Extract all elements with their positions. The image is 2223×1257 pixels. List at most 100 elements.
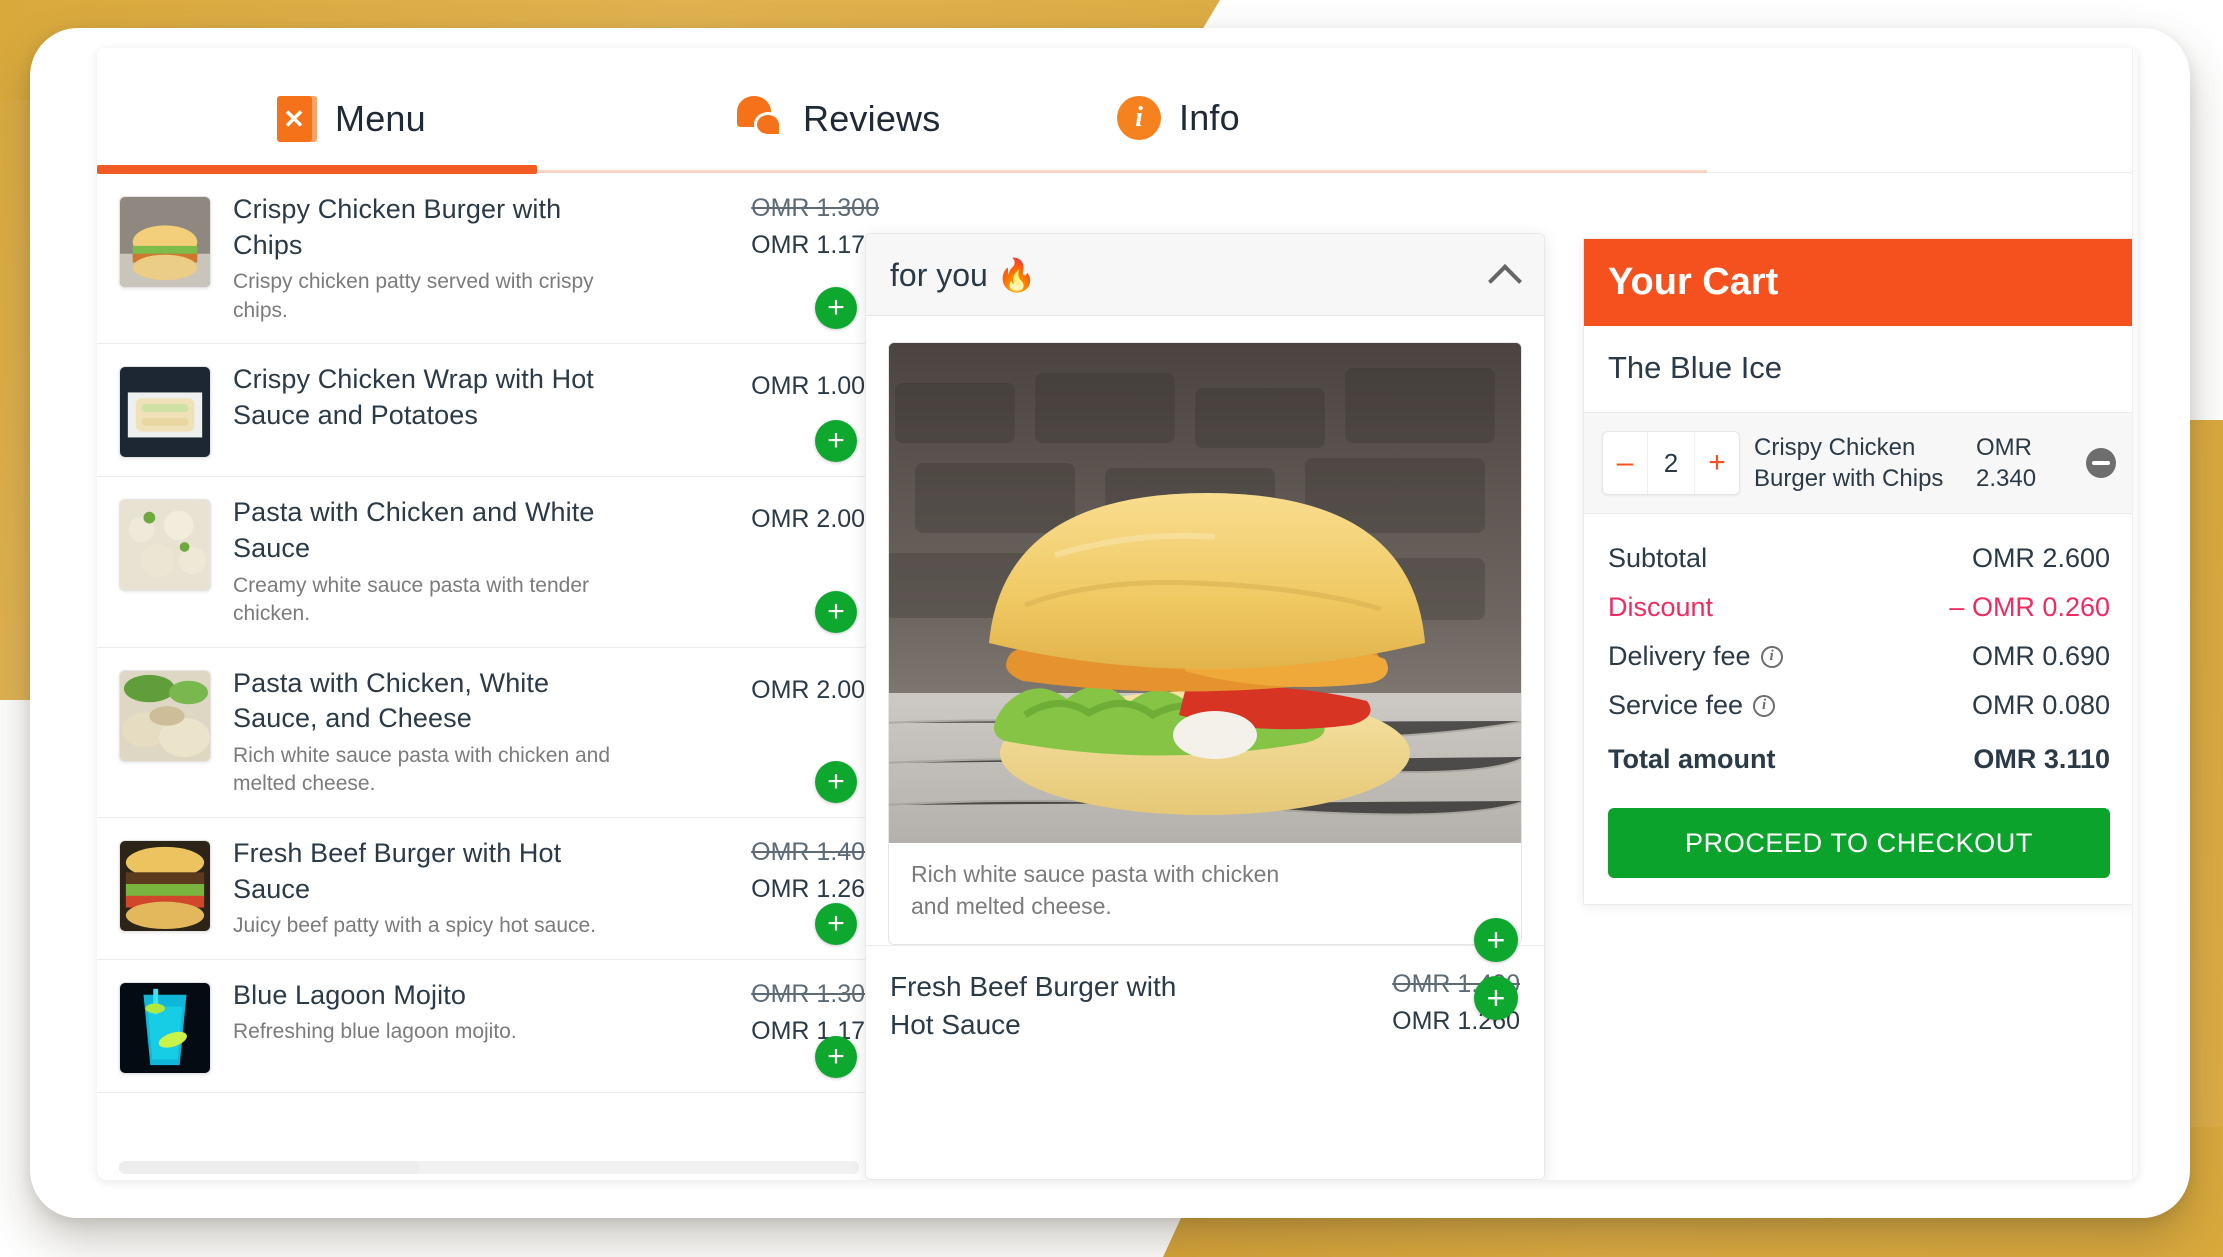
menu-item-prices: OMR 1.400 OMR 1.260 <box>669 836 879 904</box>
cart-summary-label: Service fee <box>1608 690 1744 720</box>
menu-item-row[interactable]: Pasta with Chicken and White Sauce Cream… <box>97 477 879 648</box>
recommended-panel-header[interactable]: for you 🔥 <box>866 234 1544 316</box>
service-fee-info-icon[interactable]: i <box>1753 694 1776 717</box>
tab-reviews-label: Reviews <box>803 98 941 139</box>
menu-item-row[interactable]: Crispy Chicken Wrap with Hot Sauce and P… <box>97 344 879 478</box>
menu-item-thumbnail <box>119 840 211 933</box>
page-scrollbar[interactable] <box>2132 48 2138 1180</box>
cart-summary-value: OMR 3.110 <box>1973 744 2110 774</box>
menu-item-name: Fresh Beef Burger with Hot Sauce <box>233 838 562 904</box>
cart-restaurant-name: The Blue Ice <box>1584 326 2134 413</box>
tab-info-label: Info <box>1179 97 1240 138</box>
featured-item-description: Rich white sauce pasta with chicken and … <box>911 861 1280 919</box>
cart-summary-row-service-fee: Service fee i OMR 0.080 <box>1608 681 2110 730</box>
cart-summary: Subtotal OMR 2.600 Discount – OMR 0.260 … <box>1584 514 2134 792</box>
info-circle-icon: i <box>1117 96 1161 140</box>
menu-item-name: Blue Lagoon Mojito <box>233 979 466 1010</box>
cart-summary-label: Discount <box>1608 592 1714 622</box>
cart-panel: Your Cart The Blue Ice – 2 + Crispy Chic… <box>1583 238 2135 905</box>
tab-reviews[interactable]: Reviews <box>737 96 940 142</box>
add-to-cart-button[interactable]: + <box>815 420 857 463</box>
menu-item-name: Pasta with Chicken and White Sauce <box>233 497 595 563</box>
add-to-cart-button[interactable]: + <box>815 590 857 633</box>
delivery-fee-info-icon[interactable]: i <box>1760 645 1783 668</box>
cart-summary-row-subtotal: Subtotal OMR 2.600 <box>1608 534 2110 583</box>
menu-list-scrollbar-thumb[interactable] <box>119 1161 419 1174</box>
menu-item-price: OMR 1.170 <box>751 231 879 259</box>
cart-summary-label: Delivery fee <box>1608 641 1751 671</box>
cart-summary-row-discount: Discount – OMR 0.260 <box>1608 583 2110 632</box>
menu-item-name: Crispy Chicken Burger with Chips <box>233 194 562 260</box>
menu-item-body: Fresh Beef Burger with Hot Sauce Juicy b… <box>211 836 669 941</box>
menu-item-price: OMR 1.260 <box>751 875 879 904</box>
cart-summary-row-total: Total amount OMR 3.110 <box>1608 730 2110 784</box>
menu-item-thumbnail <box>119 981 211 1074</box>
menu-item-description: Creamy white sauce pasta with tender chi… <box>233 573 590 626</box>
featured-item-image <box>889 343 1521 843</box>
menu-item-price: OMR 2.000 <box>751 505 879 534</box>
quantity-stepper[interactable]: – 2 + <box>1602 431 1740 495</box>
menu-item-thumbnail <box>119 366 211 459</box>
quantity-value: 2 <box>1647 432 1695 494</box>
menu-item-list[interactable]: Crispy Chicken Burger with Chips Crispy … <box>97 174 879 1180</box>
menu-item-row[interactable]: Fresh Beef Burger with Hot Sauce Juicy b… <box>97 818 879 960</box>
app-screen: Menu Reviews i Info <box>97 48 2138 1180</box>
tab-active-underline <box>97 165 537 174</box>
cart-summary-label: Total amount <box>1608 744 1776 774</box>
menu-item-old-price: OMR 1.300 <box>751 979 879 1008</box>
cart-summary-row-delivery-fee: Delivery fee i OMR 0.690 <box>1608 632 2110 681</box>
decrease-quantity-button[interactable]: – <box>1603 432 1647 494</box>
add-to-cart-button[interactable]: + <box>815 287 857 330</box>
cart-item-name: Crispy Chicken Burger with Chips <box>1754 433 1944 492</box>
recommended-panel: for you 🔥 Rich white sauce pasta with ch… <box>865 233 1545 1180</box>
tab-menu[interactable]: Menu <box>277 96 426 142</box>
menu-item-prices: OMR 1.300 OMR 1.170 <box>669 978 879 1046</box>
recommended-item-name: Fresh Beef Burger with Hot Sauce <box>890 971 1177 1040</box>
remove-circle-icon[interactable] <box>2086 448 2116 478</box>
cart-summary-value: OMR 0.690 <box>1971 641 2110 671</box>
menu-item-description: Rich white sauce pasta with chicken and … <box>233 743 611 796</box>
cart-title: Your Cart <box>1584 239 2134 326</box>
increase-quantity-button[interactable]: + <box>1695 432 1739 494</box>
chat-bubble-icon <box>737 96 785 142</box>
add-to-cart-button[interactable]: + <box>815 902 857 945</box>
menu-item-row[interactable]: Blue Lagoon Mojito Refreshing blue lagoo… <box>97 960 879 1093</box>
menu-list-scrollbar[interactable] <box>119 1161 859 1174</box>
menu-item-price: OMR 2.000 <box>751 675 879 704</box>
recommended-panel-title: for you 🔥 <box>890 256 1037 293</box>
proceed-to-checkout-button[interactable]: PROCEED TO CHECKOUT <box>1608 808 2110 878</box>
menu-item-row[interactable]: Crispy Chicken Burger with Chips Crispy … <box>97 174 879 345</box>
tab-bar: Menu Reviews i Info <box>97 48 2138 174</box>
menu-item-thumbnail <box>119 196 211 288</box>
tab-menu-label: Menu <box>335 98 426 139</box>
tab-info[interactable]: i Info <box>1117 96 1240 140</box>
featured-item-card[interactable]: Rich white sauce pasta with chicken and … <box>888 342 1522 946</box>
cart-item-row[interactable]: – 2 + Crispy Chicken Burger with Chips O… <box>1584 413 2134 514</box>
menu-book-icon <box>277 96 317 142</box>
menu-item-prices: OMR 1.300 OMR 1.170 <box>669 192 879 260</box>
menu-item-thumbnail <box>119 669 211 762</box>
menu-item-description: Crispy chicken patty served with crispy … <box>233 270 594 322</box>
menu-item-description: Refreshing blue lagoon mojito. <box>233 1020 517 1044</box>
cart-summary-value: OMR 2.600 <box>1971 543 2110 573</box>
add-to-cart-button[interactable]: + <box>815 1035 857 1078</box>
cart-summary-value: – OMR 0.260 <box>1949 592 2110 622</box>
add-to-cart-button[interactable]: + <box>1474 918 1518 963</box>
menu-item-body: Blue Lagoon Mojito Refreshing blue lagoo… <box>211 978 669 1047</box>
cart-summary-label: Subtotal <box>1608 543 1708 573</box>
menu-item-old-price: OMR 1.300 <box>751 194 879 222</box>
chevron-up-icon[interactable] <box>1490 260 1520 290</box>
recommended-item-row[interactable]: + Fresh Beef Burger with Hot Sauce OMR 1… <box>866 918 1544 1069</box>
menu-item-body: Crispy Chicken Wrap with Hot Sauce and P… <box>211 362 669 438</box>
menu-item-prices: OMR 2.000 <box>669 666 879 705</box>
menu-item-row[interactable]: Pasta with Chicken, White Sauce, and Che… <box>97 648 879 819</box>
menu-item-old-price: OMR 1.400 <box>751 838 879 867</box>
menu-item-name: Crispy Chicken Wrap with Hot Sauce and P… <box>233 364 594 430</box>
menu-item-description: Juicy beef patty with a spicy hot sauce. <box>233 914 597 938</box>
menu-item-body: Pasta with Chicken and White Sauce Cream… <box>211 495 669 628</box>
cart-summary-value: OMR 0.080 <box>1971 690 2110 720</box>
menu-item-prices: OMR 2.000 <box>669 495 879 534</box>
add-to-cart-button[interactable]: + <box>815 761 857 804</box>
menu-item-price: OMR 1.000 <box>751 372 879 401</box>
cart-item-price: OMR 2.340 <box>1976 433 2037 492</box>
